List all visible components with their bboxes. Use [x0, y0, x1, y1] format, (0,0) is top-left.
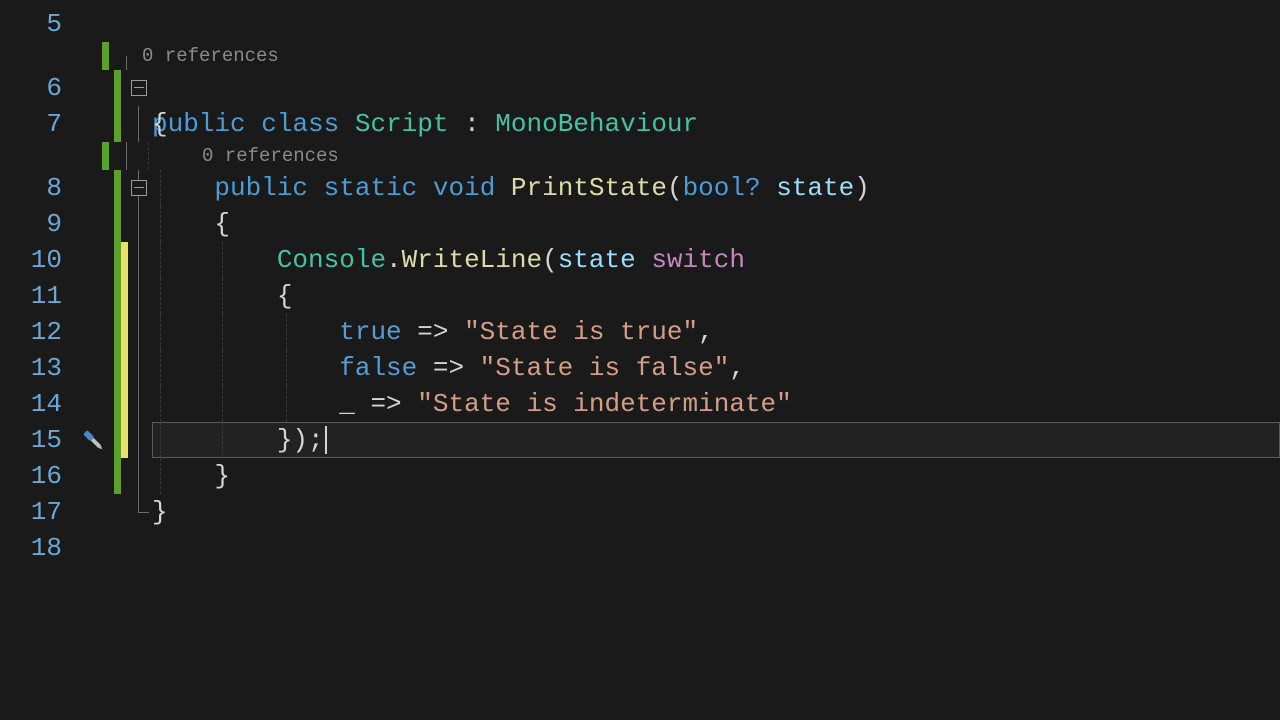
- fold-end-icon: [138, 494, 149, 513]
- change-bar: [114, 6, 121, 42]
- fold-gutter[interactable]: [128, 70, 152, 106]
- parameter: state: [776, 173, 854, 203]
- text-caret: [325, 426, 327, 454]
- string-literal: "State is false": [480, 353, 730, 383]
- code-line[interactable]: 12 true => "State is true",: [0, 314, 1280, 350]
- line-number: 15: [0, 422, 74, 458]
- code-line-current[interactable]: 15 });: [0, 422, 1280, 458]
- code-line[interactable]: 10 Console.WriteLine(state switch: [0, 242, 1280, 278]
- fold-toggle-icon[interactable]: [131, 80, 147, 96]
- line-number: 8: [0, 170, 74, 206]
- line-number: 11: [0, 278, 74, 314]
- line-number: 6: [0, 70, 74, 106]
- code-line[interactable]: 11 {: [0, 278, 1280, 314]
- code-line[interactable]: 13 false => "State is false",: [0, 350, 1280, 386]
- line-number: 5: [0, 6, 74, 42]
- string-literal: "State is indeterminate": [417, 389, 791, 419]
- line-number: 17: [0, 494, 74, 530]
- fold-gutter: [128, 6, 152, 42]
- code-line[interactable]: 6 public class Script : MonoBehaviour: [0, 70, 1280, 106]
- line-number: 12: [0, 314, 74, 350]
- fold-toggle-icon[interactable]: [131, 180, 147, 196]
- fold-gutter[interactable]: [128, 170, 152, 206]
- codelens-references[interactable]: 0 references: [142, 42, 279, 70]
- margin: [74, 6, 114, 42]
- brace: {: [152, 109, 168, 139]
- code-cell[interactable]: [152, 6, 1280, 42]
- line-number: 9: [0, 206, 74, 242]
- codelens-row[interactable]: 0 references: [0, 42, 1280, 70]
- codelens-row[interactable]: 0 references: [0, 142, 1280, 170]
- line-number: 16: [0, 458, 74, 494]
- line-number: 10: [0, 242, 74, 278]
- code-line[interactable]: 18: [0, 530, 1280, 566]
- code-line[interactable]: 16 }: [0, 458, 1280, 494]
- string-literal: "State is true": [464, 317, 698, 347]
- method-name: PrintState: [511, 173, 667, 203]
- quick-actions-icon[interactable]: [77, 424, 108, 455]
- code-line[interactable]: 9 {: [0, 206, 1280, 242]
- line-number: 13: [0, 350, 74, 386]
- code-line[interactable]: 7 {: [0, 106, 1280, 142]
- line-number: 18: [0, 530, 74, 566]
- code-line[interactable]: 5: [0, 6, 1280, 42]
- code-editor[interactable]: 5 0 references 6: [0, 0, 1280, 720]
- code-line[interactable]: 14 _ => "State is indeterminate": [0, 386, 1280, 422]
- line-number: 14: [0, 386, 74, 422]
- line-number: 7: [0, 106, 74, 142]
- change-bar: [121, 6, 128, 42]
- codelens-references[interactable]: 0 references: [202, 142, 339, 170]
- code-line[interactable]: 8 public static void PrintState(bool? st…: [0, 170, 1280, 206]
- code-line[interactable]: 17 }: [0, 494, 1280, 530]
